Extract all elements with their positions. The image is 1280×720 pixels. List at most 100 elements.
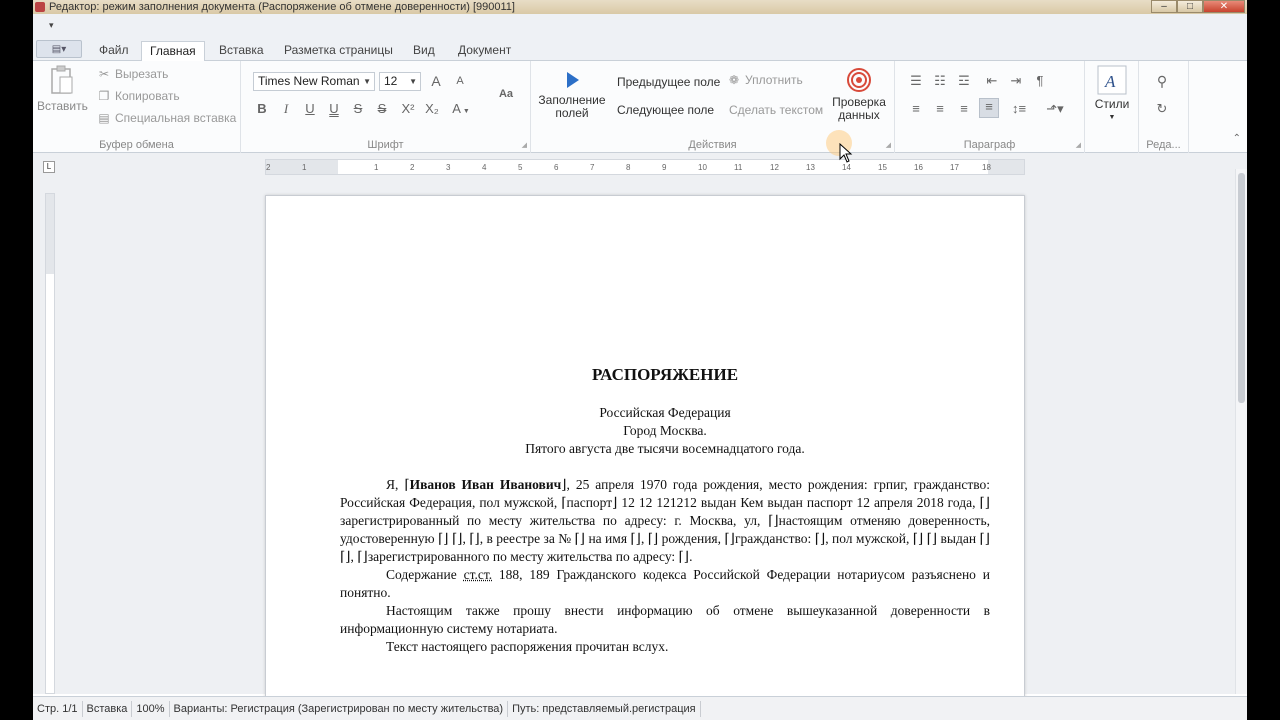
bullet-list-icon[interactable]: ☰: [907, 73, 925, 89]
compact-button[interactable]: ❁ Уплотнить: [727, 73, 803, 87]
subscript-button[interactable]: X₂: [421, 101, 443, 116]
document-body[interactable]: РАСПОРЯЖЕНИЕ Российская Федерация Город …: [340, 366, 990, 656]
paragraph-dialog-launcher-icon[interactable]: ◢: [1076, 141, 1081, 149]
tab-stop-selector[interactable]: L: [43, 161, 55, 173]
ruler-tick: 3: [446, 163, 451, 172]
chevron-down-icon: ▼: [460, 108, 470, 115]
doc-paragraph-1: Я, ⌈Иванов Иван Иванович⌋, 25 апреля 197…: [340, 477, 990, 564]
font-family-select[interactable]: Times New Roman ▼: [253, 72, 375, 91]
ruler-tick: 2: [266, 163, 271, 172]
justify-icon[interactable]: ≡: [979, 98, 999, 118]
numbered-list-icon[interactable]: ☷: [931, 73, 949, 89]
check-data-button[interactable]: Проверка данных: [827, 67, 891, 122]
ruler-tick: 10: [698, 163, 707, 172]
ruler-tick: 2: [410, 163, 415, 172]
change-case-button[interactable]: Aa: [491, 88, 521, 100]
tab-view[interactable]: Вид: [405, 41, 443, 61]
font-color-label: A: [452, 101, 461, 116]
font-color-button[interactable]: A ▼: [447, 101, 475, 116]
multilevel-list-icon[interactable]: ☲: [955, 73, 973, 89]
pilcrow-icon[interactable]: ¶: [1031, 73, 1049, 88]
copy-button[interactable]: ❐ Копировать: [97, 89, 180, 103]
status-mode[interactable]: Вставка: [83, 700, 133, 717]
ribbon-tabs: ▤▾ Файл Главная Вставка Разметка страниц…: [33, 38, 1247, 61]
screen: Редактор: режим заполнения документа (Ра…: [0, 0, 1280, 720]
collapse-ribbon-icon[interactable]: ⌃: [1233, 133, 1241, 144]
ruler-tick: 14: [842, 163, 851, 172]
document-page[interactable]: РАСПОРЯЖЕНИЕ Российская Федерация Город …: [265, 195, 1025, 715]
shrink-font-button[interactable]: A: [451, 75, 469, 87]
status-variants: Варианты: Регистрация (Зарегистрирован п…: [170, 700, 509, 717]
svg-text:A: A: [1104, 72, 1116, 91]
app-icon: [35, 2, 45, 12]
double-strikethrough-button[interactable]: S: [373, 101, 391, 116]
tab-document[interactable]: Документ: [450, 41, 519, 61]
paste-button[interactable]: Вставить: [37, 65, 88, 113]
fill-fields-label: Заполнение полей: [538, 93, 606, 120]
font-dialog-launcher-icon[interactable]: ◢: [522, 141, 527, 149]
tab-insert[interactable]: Вставка: [211, 41, 272, 61]
app-menu-button[interactable]: ▤▾: [36, 40, 82, 58]
copy-icon: ❐: [98, 89, 110, 103]
align-center-icon[interactable]: ≡: [931, 101, 949, 116]
decrease-indent-icon[interactable]: ⇤: [983, 73, 1001, 89]
find-icon[interactable]: ⚲: [1153, 73, 1171, 90]
tab-file[interactable]: Файл: [91, 41, 137, 61]
bold-button[interactable]: B: [253, 101, 271, 116]
tab-home[interactable]: Главная: [141, 41, 205, 61]
paragraph-group-label: Параграф: [963, 139, 1016, 151]
ruler-tick: 8: [626, 163, 631, 172]
tab-page-layout[interactable]: Разметка страницы: [276, 41, 401, 61]
increase-indent-icon[interactable]: ⇥: [1007, 73, 1025, 89]
doc-city: Город Москва.: [623, 423, 707, 438]
compact-label: Уплотнить: [745, 73, 803, 87]
paste-special-button[interactable]: ▤ Специальная вставка: [97, 111, 236, 125]
italic-button[interactable]: I: [277, 101, 295, 117]
vertical-scrollbar[interactable]: [1235, 169, 1247, 694]
clipboard-group: Вставить ✂ Вырезать ❐ Копировать ▤ Специ…: [33, 61, 241, 153]
ruler-tick: 5: [518, 163, 523, 172]
styles-button[interactable]: A Стили ▼: [1089, 65, 1135, 124]
status-zoom[interactable]: 100%: [132, 700, 170, 717]
styles-group: A Стили ▼: [1085, 61, 1139, 153]
minimize-button[interactable]: –: [1151, 0, 1177, 13]
strikethrough-button[interactable]: S: [349, 101, 367, 116]
horizontal-ruler[interactable]: 2 1 1 2 3 4 5 6 7 8 9 10 11 12 13 14 15 …: [265, 159, 1025, 175]
next-field-button[interactable]: Следующее поле: [617, 103, 714, 117]
cut-button[interactable]: ✂ Вырезать: [97, 67, 168, 81]
close-button[interactable]: ✕: [1203, 0, 1245, 13]
align-left-icon[interactable]: ≡: [907, 101, 925, 116]
doc-country: Российская Федерация: [599, 405, 731, 420]
font-size-select[interactable]: 12 ▼: [379, 72, 421, 91]
line-spacing-icon[interactable]: ↕≡: [1005, 101, 1033, 116]
make-text-button[interactable]: Сделать текстом: [729, 103, 823, 117]
ruler-tick: 9: [662, 163, 667, 172]
actions-dialog-launcher-icon[interactable]: ◢: [886, 141, 891, 149]
double-underline-button[interactable]: U: [325, 101, 343, 116]
font-size-value: 12: [384, 74, 398, 88]
scrollbar-thumb[interactable]: [1238, 173, 1245, 403]
align-right-icon[interactable]: ≡: [955, 101, 973, 116]
vertical-ruler[interactable]: [45, 193, 55, 694]
paste-special-label: Специальная вставка: [115, 111, 237, 125]
grow-font-button[interactable]: A: [427, 73, 445, 89]
play-icon: [567, 72, 579, 88]
scissors-icon: ✂: [98, 67, 110, 81]
replace-icon[interactable]: ↻: [1153, 101, 1171, 117]
ruler-tick: 18: [982, 163, 991, 172]
cut-label: Вырезать: [115, 67, 169, 81]
qat-dropdown-icon[interactable]: ▾: [49, 20, 54, 31]
superscript-button[interactable]: X²: [397, 101, 419, 116]
name-field[interactable]: Иванов Иван Иванович: [410, 477, 562, 492]
shading-icon[interactable]: ⬏▾: [1039, 101, 1071, 117]
maximize-button[interactable]: □: [1177, 0, 1203, 13]
fill-fields-button[interactable]: Заполнение полей: [537, 69, 607, 120]
prev-field-button[interactable]: Предыдущее поле: [617, 75, 720, 89]
ruler-tick: 1: [374, 163, 379, 172]
check-data-label: Проверка данных: [832, 95, 886, 122]
paste-special-icon: ▤: [98, 111, 110, 125]
paste-icon: [51, 65, 73, 94]
underline-button[interactable]: U: [301, 101, 319, 116]
ruler-tick: 11: [734, 163, 743, 172]
doc-paragraph-4: Текст настоящего распоряжения прочитан в…: [386, 639, 669, 654]
